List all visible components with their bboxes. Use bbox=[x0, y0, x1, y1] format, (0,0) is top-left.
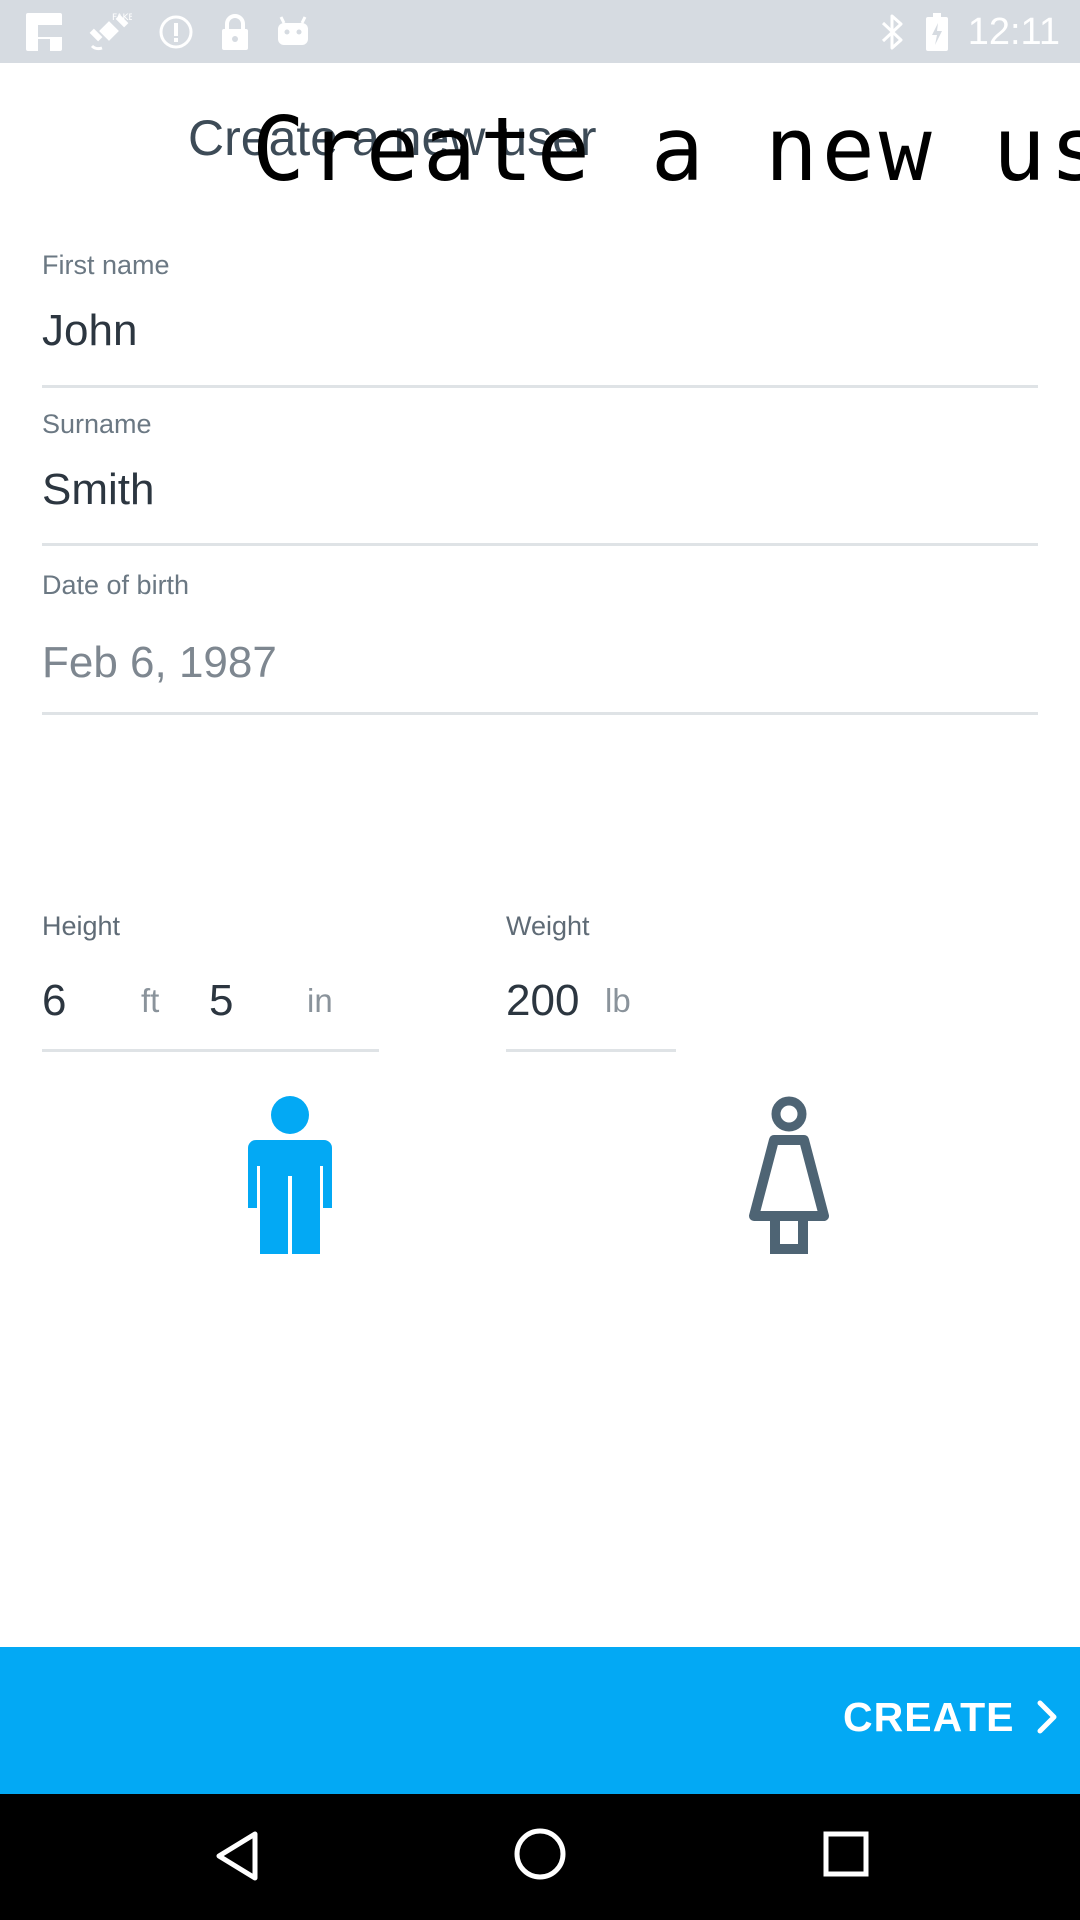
status-right-icons: 12:11 bbox=[880, 12, 1060, 52]
android-icon bbox=[278, 16, 308, 45]
weight-unit: lb bbox=[605, 982, 631, 1019]
create-button[interactable]: CREATE bbox=[0, 1647, 1080, 1794]
weight-input[interactable]: 200 bbox=[506, 976, 579, 1026]
surname-input[interactable]: Smith bbox=[42, 465, 154, 515]
weight-label: Weight bbox=[506, 911, 590, 941]
navigation-bar bbox=[0, 1794, 1080, 1920]
info-icon bbox=[159, 15, 193, 49]
chevron-right-icon bbox=[1037, 1700, 1057, 1734]
first-name-input[interactable]: John bbox=[42, 306, 137, 356]
height-inches-unit: in bbox=[307, 982, 333, 1019]
page-title-overlay: Create a new user bbox=[252, 100, 1080, 200]
first-name-label: First name bbox=[42, 250, 170, 280]
create-label: CREATE bbox=[843, 1694, 1015, 1740]
back-icon[interactable] bbox=[213, 1828, 261, 1884]
surname-underline bbox=[42, 543, 1038, 546]
surname-field[interactable]: Surname Smith bbox=[42, 409, 1038, 551]
status-left-icons: FAKE bbox=[26, 12, 336, 52]
height-feet-input[interactable]: 6 bbox=[42, 976, 66, 1026]
status-bar: FAKE 12:11 bbox=[0, 0, 1080, 63]
height-inches-input[interactable]: 5 bbox=[209, 976, 233, 1026]
battery-icon bbox=[925, 13, 948, 51]
female-person-icon[interactable] bbox=[748, 1096, 830, 1254]
height-feet-unit: ft bbox=[141, 982, 160, 1019]
lock-icon bbox=[222, 14, 248, 50]
male-person-icon[interactable] bbox=[248, 1096, 332, 1254]
height-label: Height bbox=[42, 911, 121, 941]
first-name-underline bbox=[42, 385, 1038, 388]
weight-underline bbox=[506, 1049, 676, 1052]
fake-gps-icon: FAKE bbox=[89, 13, 132, 51]
first-name-field[interactable]: First name John bbox=[42, 250, 1038, 392]
status-time: 12:11 bbox=[967, 11, 1060, 53]
dob-field[interactable]: Date of birth Feb 6, 1987 bbox=[42, 570, 1038, 718]
height-underline bbox=[42, 1049, 379, 1052]
dob-underline bbox=[42, 712, 1038, 715]
svg-text:FAKE: FAKE bbox=[112, 13, 132, 23]
bluetooth-icon bbox=[881, 14, 903, 50]
flipboard-icon bbox=[26, 13, 62, 51]
surname-label: Surname bbox=[42, 409, 152, 439]
home-icon[interactable] bbox=[512, 1826, 568, 1882]
dob-input[interactable]: Feb 6, 1987 bbox=[42, 638, 277, 688]
screen: FAKE 12:11 Create a new user Create a ne… bbox=[0, 0, 1080, 1920]
recents-icon[interactable] bbox=[822, 1830, 870, 1878]
dob-label: Date of birth bbox=[42, 570, 190, 600]
